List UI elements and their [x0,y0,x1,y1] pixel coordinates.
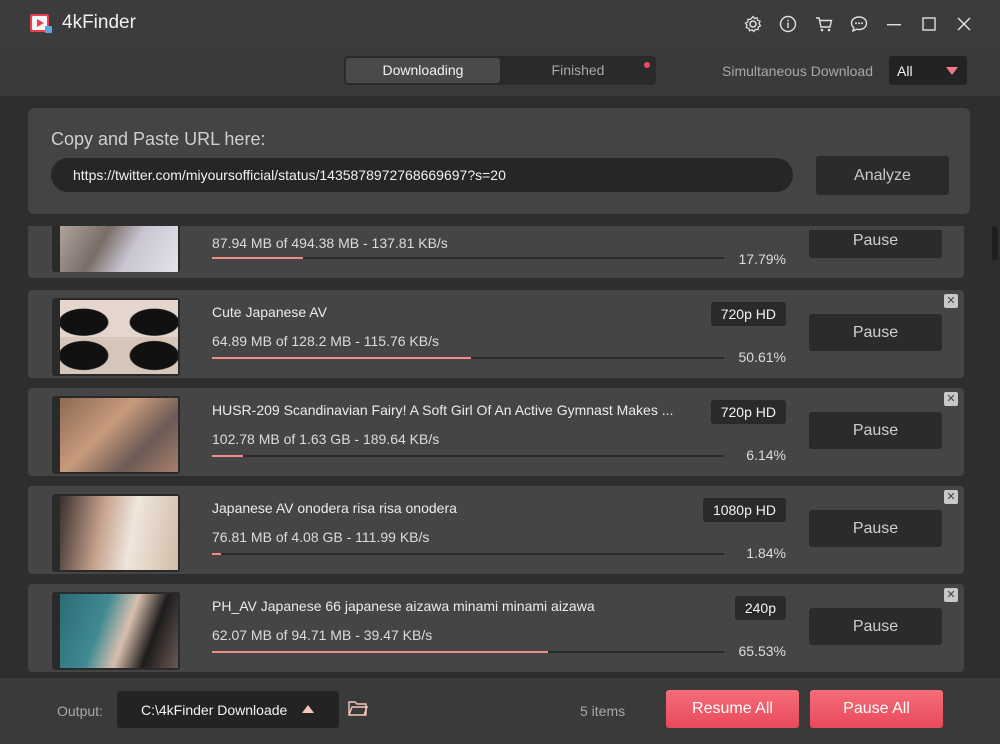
remove-item-close-icon[interactable]: ✕ [944,588,958,602]
notification-dot [644,62,650,68]
tab-finished[interactable]: Finished [500,56,656,85]
progress-fill [212,357,472,359]
simultaneous-download-label: Simultaneous Download [722,63,873,79]
list-item: 87.94 MB of 494.38 MB - 137.81 KB/s 17.7… [28,226,964,278]
download-list: 87.94 MB of 494.38 MB - 137.81 KB/s 17.7… [28,226,966,672]
open-folder-icon[interactable] [348,700,370,718]
list-item: PH_AV Japanese 66 japanese aizawa minami… [28,584,964,672]
pause-button[interactable]: Pause [809,608,942,645]
item-title: Japanese AV onodera risa risa onodera [212,500,457,516]
item-percent: 17.79% [738,251,786,267]
tab-downloading[interactable]: Downloading [346,58,500,83]
app-title: 4kFinder [62,12,136,33]
minimize-icon[interactable] [884,14,904,34]
item-title: HUSR-209 Scandinavian Fairy! A Soft Girl… [212,402,674,418]
maximize-icon[interactable] [919,14,939,34]
info-icon[interactable] [778,14,798,34]
quality-badge: 240p [734,596,786,620]
remove-item-close-icon[interactable]: ✕ [944,490,958,504]
title-bar: 4kFinder [0,0,1000,50]
item-stats: 64.89 MB of 128.2 MB - 115.76 KB/s [212,333,439,349]
progress-bar [212,357,724,359]
items-count: 5 items [580,703,626,719]
list-item: Japanese AV onodera risa risa onodera 10… [28,486,964,574]
list-item: HUSR-209 Scandinavian Fairy! A Soft Girl… [28,388,964,476]
output-path: C:\4kFinder Downloade [141,702,288,718]
pause-button[interactable]: Pause [809,314,942,351]
progress-fill [212,455,244,457]
pause-all-button[interactable]: Pause All [810,690,943,728]
list-item: Cute Japanese AV 720p HD 64.89 MB of 128… [28,290,964,378]
item-percent: 65.53% [738,643,786,659]
simultaneous-download-select[interactable]: All [889,56,967,85]
resume-all-button[interactable]: Resume All [666,690,799,728]
chat-icon[interactable] [849,14,869,34]
item-percent: 6.14% [746,447,786,463]
url-input[interactable] [51,158,793,192]
progress-bar [212,553,724,555]
quality-badge: 1080p HD [702,498,786,522]
item-stats: 102.78 MB of 1.63 GB - 189.64 KB/s [212,431,440,447]
item-percent: 1.84% [746,545,786,561]
progress-bar [212,651,724,653]
app-logo-icon [30,12,52,34]
video-thumbnail [52,494,180,572]
close-window-icon[interactable] [954,14,974,34]
video-thumbnail [52,396,180,474]
item-stats: 87.94 MB of 494.38 MB - 137.81 KB/s [212,235,448,251]
quality-badge: 720p HD [710,302,786,326]
pause-button[interactable]: Pause [809,510,942,547]
progress-fill [212,553,222,555]
video-thumbnail [52,298,180,376]
chevron-down-icon [946,67,958,75]
pause-button[interactable]: Pause [809,412,942,449]
progress-bar [212,257,724,259]
progress-fill [212,257,304,259]
simultaneous-download-value: All [897,63,913,79]
quality-badge: 720p HD [710,400,786,424]
video-thumbnail [52,226,180,272]
footer-bar: Output: C:\4kFinder Downloade 5 items Re… [0,678,1000,744]
item-title: PH_AV Japanese 66 japanese aizawa minami… [212,598,595,614]
url-label: Copy and Paste URL here: [51,129,266,149]
progress-fill [212,651,548,653]
analyze-button[interactable]: Analyze [816,156,949,195]
list-scrollbar[interactable] [992,226,998,260]
remove-item-close-icon[interactable]: ✕ [944,294,958,308]
chevron-up-icon [302,705,314,713]
video-thumbnail [52,592,180,670]
output-label: Output: [57,703,103,719]
output-folder-select[interactable]: C:\4kFinder Downloade [117,691,339,728]
pause-button[interactable]: Pause [809,230,942,258]
item-stats: 62.07 MB of 94.71 MB - 39.47 KB/s [212,627,433,643]
item-title: Cute Japanese AV [212,304,327,320]
item-percent: 50.61% [738,349,786,365]
settings-gear-icon[interactable] [743,14,763,34]
item-stats: 76.81 MB of 4.08 GB - 111.99 KB/s [212,529,430,545]
remove-item-close-icon[interactable]: ✕ [944,392,958,406]
progress-bar [212,455,724,457]
cart-icon[interactable] [814,14,834,34]
tab-bar: Downloading Finished [344,56,656,85]
url-panel: Copy and Paste URL here: Analyze [28,108,970,214]
